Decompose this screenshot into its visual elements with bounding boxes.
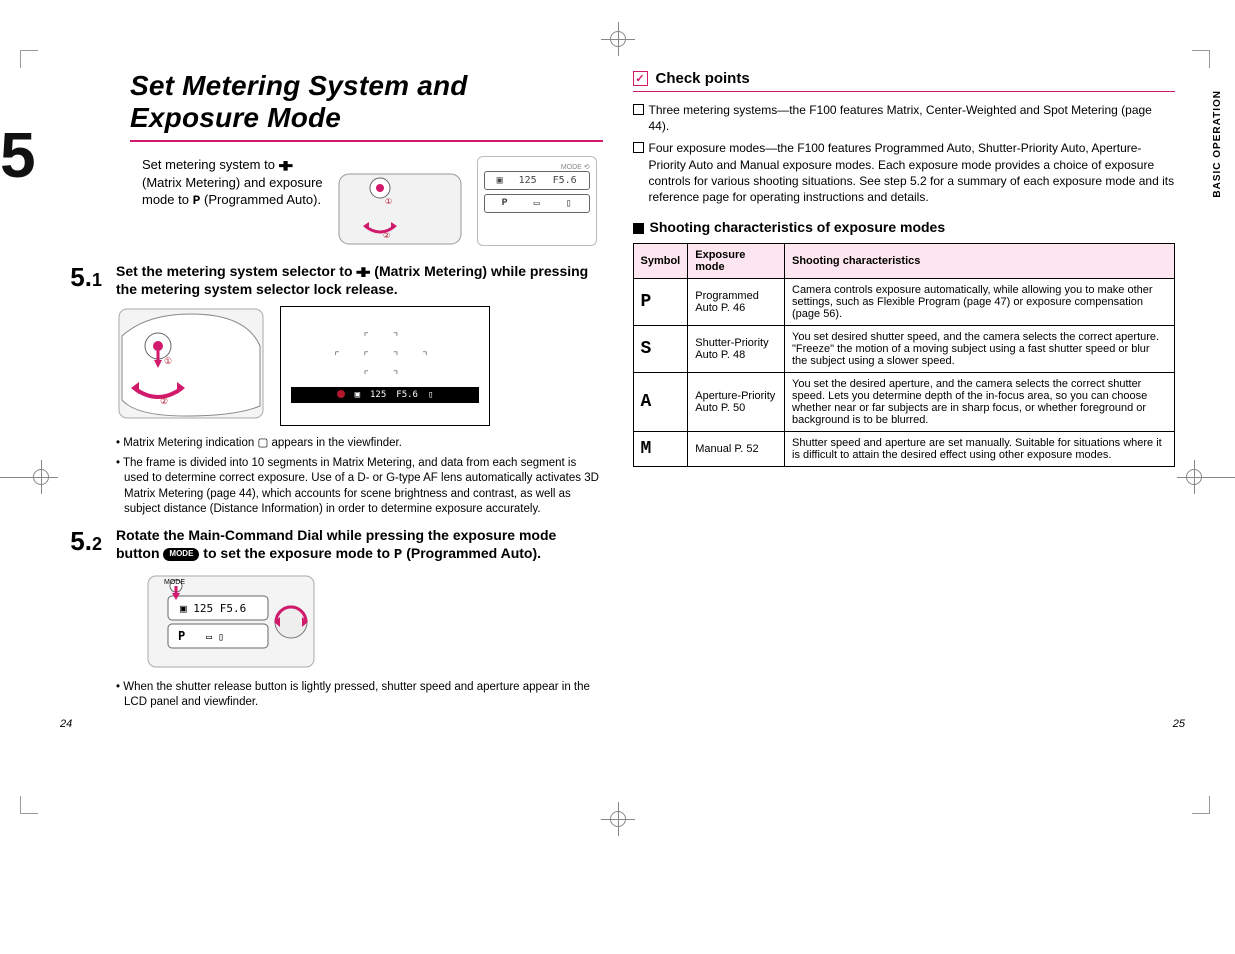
right-page: BASIC OPERATION ✓ Check points Three met… <box>633 70 1176 710</box>
metering-selector-diagram: ① ② <box>116 306 266 421</box>
step-5-1-heading: Set the metering system selector to (Mat… <box>116 262 603 298</box>
svg-text:②: ② <box>160 396 168 406</box>
matrix-metering-icon <box>279 161 293 171</box>
table-row: S Shutter-Priority Auto P. 48 You set de… <box>633 326 1175 373</box>
table-row: A Aperture-Priority Auto P. 50 You set t… <box>633 373 1175 432</box>
svg-text:P: P <box>178 629 185 643</box>
svg-text:①: ① <box>164 356 172 366</box>
step-5-1-number: 5.1 <box>60 262 104 522</box>
check-points-list: Three metering systems—the F100 features… <box>633 102 1176 205</box>
step-5-2-heading: Rotate the Main-Command Dial while press… <box>116 526 603 564</box>
check-points-title: Check points <box>656 70 750 87</box>
registration-mark-bottom <box>607 808 629 836</box>
intro-text: Set metering system to (Matrix Metering)… <box>142 156 323 210</box>
th-desc: Shooting characteristics <box>785 244 1175 279</box>
registration-mark-top <box>607 28 629 56</box>
mode-button-icon: MODE <box>163 548 199 560</box>
crop-mark <box>1192 50 1210 68</box>
svg-text:▭ ▯: ▭ ▯ <box>206 632 224 643</box>
th-symbol: Symbol <box>633 244 688 279</box>
lcd-panel-diagram: MODE ⟲ ▣125F5.6 P▭▯ <box>477 156 597 246</box>
step-number-5: 5 <box>0 118 36 192</box>
crop-mark <box>20 796 38 814</box>
section-tab: BASIC OPERATION <box>1212 90 1223 198</box>
page-number-right: 25 <box>1173 718 1185 730</box>
camera-top-diagram: ① ② <box>335 156 465 256</box>
step-5-2-number: 5.2 <box>60 526 104 710</box>
command-dial-diagram: ▣ 125 F5.6 P ▭ ▯ MODE <box>146 574 316 669</box>
side-reg-right <box>1183 466 1235 488</box>
page-title: Set Metering System and Exposure Mode <box>130 70 603 134</box>
title-rule <box>130 140 603 142</box>
check-rule <box>633 91 1176 92</box>
step-5-1-bullets: • Matrix Metering indication ▢ appears i… <box>116 436 603 518</box>
left-page: 5 Set Metering System and Exposure Mode … <box>60 70 603 710</box>
crop-mark <box>20 50 38 68</box>
step-5-2-note: • When the shutter release button is lig… <box>116 680 603 710</box>
matrix-metering-icon <box>356 267 370 277</box>
check-icon: ✓ <box>633 71 648 86</box>
svg-text:②: ② <box>383 231 390 240</box>
svg-text:▣ 125 F5.6: ▣ 125 F5.6 <box>180 602 246 615</box>
svg-text:MODE: MODE <box>164 579 185 586</box>
exposure-modes-table: Symbol Exposure mode Shooting characteri… <box>633 243 1176 467</box>
viewfinder-diagram: ⌜ ⌝ ⌜ ⌜ ⌝ ⌝ ⌜ ⌝ ▣125F5.6▯ <box>280 306 490 426</box>
table-row: M Manual P. 52 Shutter speed and apertur… <box>633 432 1175 467</box>
th-mode: Exposure mode <box>688 244 785 279</box>
svg-text:①: ① <box>385 197 392 206</box>
table-section-title: Shooting characteristics of exposure mod… <box>633 219 1176 235</box>
table-row: P Programmed Auto P. 46 Camera controls … <box>633 279 1175 326</box>
side-reg-left <box>0 466 52 488</box>
crop-mark <box>1192 796 1210 814</box>
page-number-left: 24 <box>60 718 72 730</box>
